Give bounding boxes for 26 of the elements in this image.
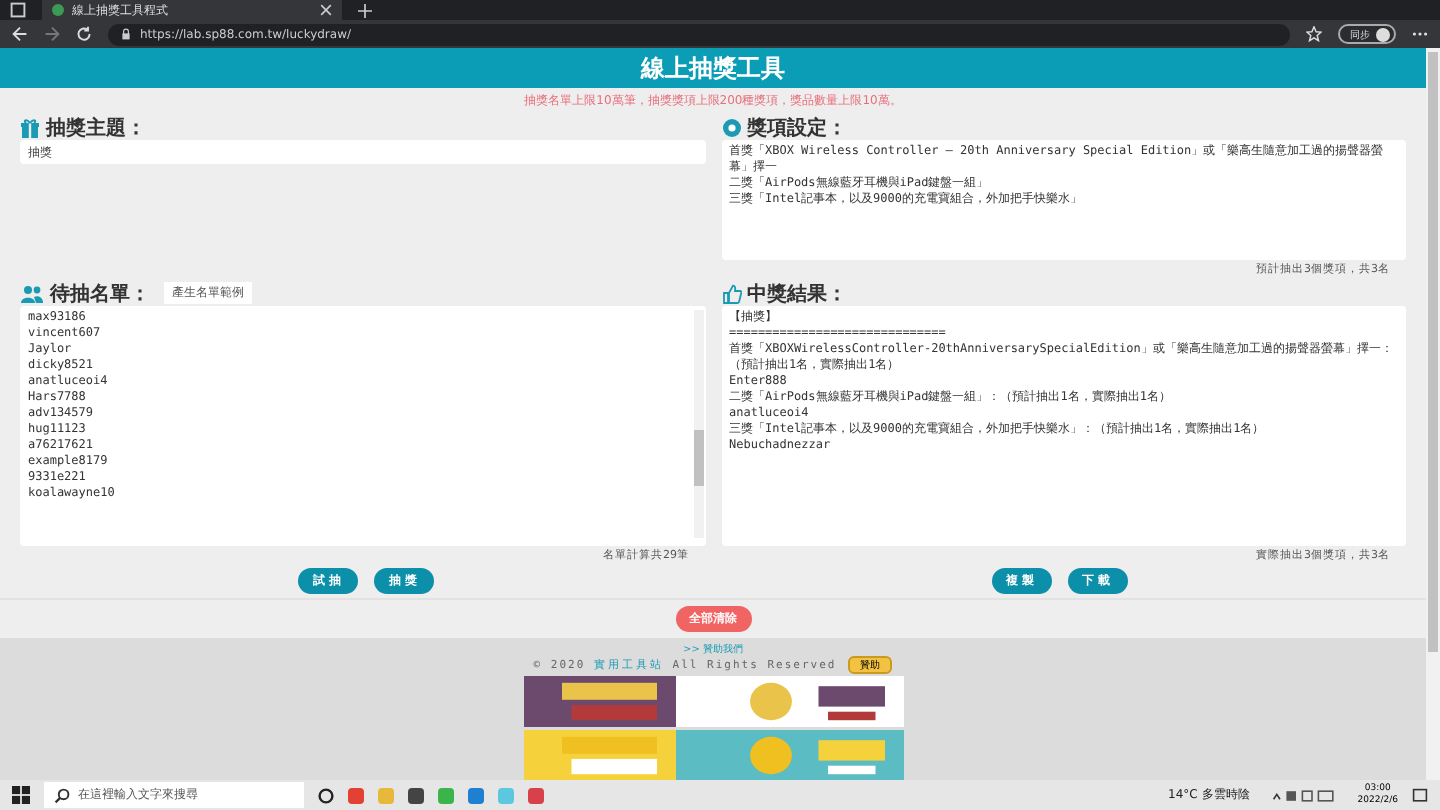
section-heading: 抽獎主題： xyxy=(46,114,146,141)
browser-app-icon[interactable] xyxy=(348,787,364,803)
notification-icon[interactable] xyxy=(1412,787,1428,803)
star-icon[interactable] xyxy=(1306,26,1322,42)
avatar-icon xyxy=(1376,27,1390,41)
app-icon[interactable] xyxy=(408,787,424,803)
reload-icon[interactable] xyxy=(76,26,92,42)
gift-icon xyxy=(20,117,40,137)
users-icon xyxy=(20,283,44,303)
lock-icon xyxy=(120,28,132,40)
section-heading: 中獎結果： xyxy=(747,281,847,307)
windows-logo-icon[interactable] xyxy=(12,786,30,804)
thumbs-up-icon xyxy=(721,283,741,303)
search-icon xyxy=(54,787,70,803)
browser-app-icon[interactable] xyxy=(468,787,484,803)
close-icon[interactable] xyxy=(320,4,332,16)
page-title: 線上抽獎工具 xyxy=(641,51,785,85)
more-menu-icon[interactable] xyxy=(1412,26,1428,42)
forward-arrow-icon[interactable] xyxy=(44,26,60,42)
new-tab-icon[interactable] xyxy=(358,3,372,17)
tabs-icon[interactable] xyxy=(10,2,26,18)
back-arrow-icon[interactable] xyxy=(12,26,28,42)
site-favicon-icon xyxy=(52,4,64,16)
section-heading: 待抽名單： xyxy=(50,281,150,307)
scrollbar[interactable] xyxy=(693,310,703,538)
section-heading: 獎項設定： xyxy=(747,114,847,141)
